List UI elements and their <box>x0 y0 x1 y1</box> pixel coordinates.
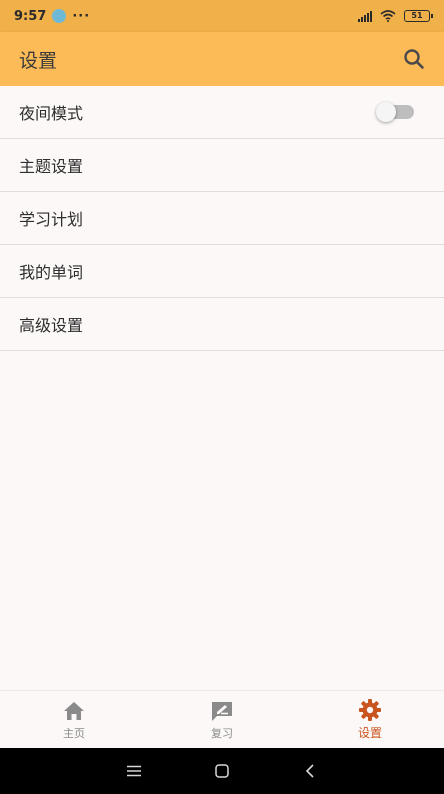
settings-item-my-words[interactable]: 我的单词 <box>0 245 444 298</box>
toggle-knob <box>376 102 396 122</box>
tab-review[interactable]: 复习 <box>172 691 272 749</box>
settings-item-label: 主题设置 <box>19 157 84 176</box>
page-title: 设置 <box>19 49 58 72</box>
status-left: 9:57 ··· <box>14 9 90 24</box>
settings-item-label: 夜间模式 <box>19 104 84 123</box>
back-button[interactable] <box>295 756 325 786</box>
back-icon <box>305 764 314 778</box>
tab-label: 主页 <box>63 726 85 740</box>
tab-label: 复习 <box>211 726 233 740</box>
battery-icon: 51 <box>404 10 433 22</box>
settings-item-label: 高级设置 <box>19 316 84 335</box>
status-bar: 9:57 ··· 51 <box>0 0 444 32</box>
review-icon <box>212 701 232 721</box>
square-icon <box>215 764 229 778</box>
menu-button[interactable] <box>119 756 149 786</box>
settings-item-night-mode[interactable]: 夜间模式 <box>0 86 444 139</box>
bottom-nav: 主页 复习 设置 <box>0 690 444 748</box>
menu-icon <box>127 765 141 777</box>
search-button[interactable] <box>402 47 426 71</box>
night-mode-toggle[interactable] <box>376 102 414 122</box>
more-notifications-indicator: ··· <box>72 8 91 24</box>
tab-label: 设置 <box>357 726 382 740</box>
notification-icon <box>52 9 67 23</box>
system-nav-bar <box>0 748 444 794</box>
home-system-button[interactable] <box>207 756 237 786</box>
wifi-icon <box>380 10 396 22</box>
settings-item-label: 学习计划 <box>19 210 84 229</box>
home-icon <box>64 701 84 720</box>
settings-item-theme[interactable]: 主题设置 <box>0 139 444 192</box>
settings-icon <box>359 699 381 721</box>
tab-settings[interactable]: 设置 <box>320 691 420 749</box>
status-time: 9:57 <box>14 8 47 24</box>
tab-home[interactable]: 主页 <box>24 691 124 749</box>
settings-item-label: 我的单词 <box>19 263 84 282</box>
settings-item-advanced[interactable]: 高级设置 <box>0 298 444 351</box>
signal-icon <box>358 10 372 22</box>
search-icon <box>404 49 424 69</box>
app-bar: 设置 <box>0 32 444 86</box>
status-right: 51 <box>358 10 433 22</box>
settings-item-study-plan[interactable]: 学习计划 <box>0 192 444 245</box>
settings-list: 夜间模式 主题设置 学习计划 我的单词 高级设置 <box>0 86 444 351</box>
